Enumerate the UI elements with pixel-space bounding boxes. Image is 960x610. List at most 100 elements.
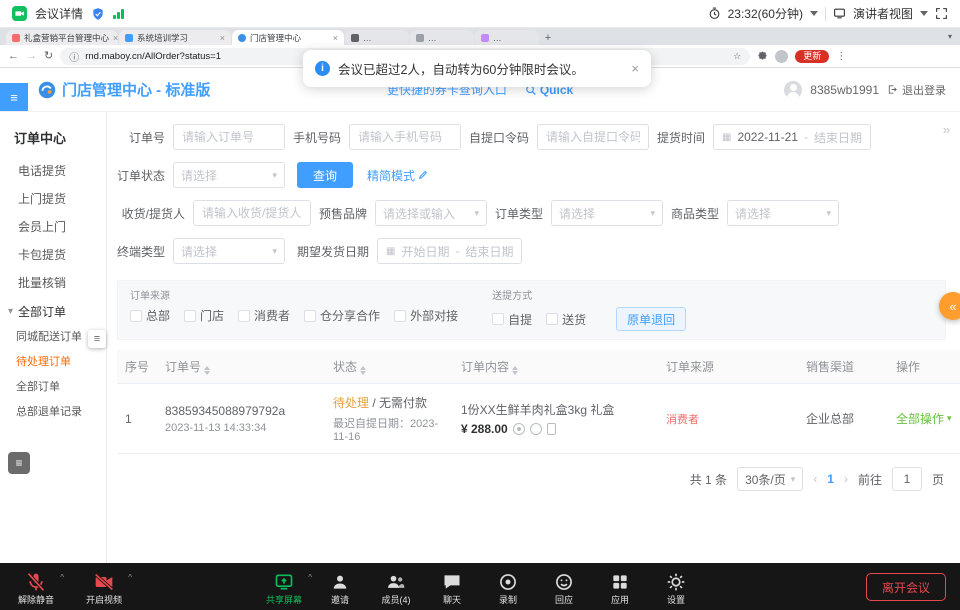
user-avatar[interactable]: [784, 81, 802, 99]
invite-button[interactable]: 邀请: [318, 572, 362, 606]
sidebar-item-card-pickup[interactable]: 卡包提货: [0, 241, 106, 269]
order-status-select[interactable]: 请选择 ▾: [173, 162, 285, 188]
phone-input[interactable]: [349, 124, 461, 150]
browser-tab-6[interactable]: …: [475, 30, 539, 45]
col-content[interactable]: 订单内容: [453, 350, 658, 384]
sort-icon[interactable]: [204, 366, 210, 375]
unmute-button[interactable]: 解除静音 ^: [14, 572, 58, 606]
extensions-icon[interactable]: [757, 51, 768, 62]
members-button[interactable]: 成员(4): [374, 572, 418, 606]
page-size-select[interactable]: 30条/页 ▾: [737, 467, 803, 491]
tab-close-icon[interactable]: ×: [333, 33, 338, 43]
site-info-icon[interactable]: ⓘ: [69, 49, 79, 64]
back-icon[interactable]: ←: [8, 51, 19, 62]
order-type-select[interactable]: 请选择 ▾: [551, 200, 663, 226]
start-video-button[interactable]: 开启视频 ^: [82, 572, 126, 606]
terminal-type-select[interactable]: 请选择 ▾: [173, 238, 285, 264]
apps-grid-icon: [610, 572, 630, 592]
checkbox-external[interactable]: 外部对接: [394, 307, 458, 324]
browser-menu-icon[interactable]: ⋮: [836, 51, 846, 62]
fullscreen-icon[interactable]: [935, 7, 948, 20]
sidebar-subitem-all-orders[interactable]: 全部订单: [0, 375, 106, 400]
collapse-filters-icon[interactable]: »: [943, 122, 950, 137]
goto-page-input[interactable]: [892, 467, 922, 491]
browser-tab-4[interactable]: …: [345, 30, 409, 45]
goods-type-select[interactable]: 请选择 ▾: [727, 200, 839, 226]
sidebar-subitem-pending-orders[interactable]: 待处理订单: [0, 350, 106, 375]
presale-brand-select[interactable]: 请选择或输入 ▾: [375, 200, 487, 226]
react-button[interactable]: 回应: [542, 572, 586, 606]
tab-close-icon[interactable]: ×: [220, 33, 225, 43]
settings-button[interactable]: 设置: [654, 572, 698, 606]
floating-menu-button[interactable]: ≡: [88, 330, 106, 348]
logout-button[interactable]: 退出登录: [887, 82, 946, 98]
checkbox-self-pickup[interactable]: 自提: [492, 311, 532, 328]
apps-button[interactable]: 应用: [598, 572, 642, 606]
tab-close-icon[interactable]: ×: [113, 33, 118, 43]
bookmark-star-icon[interactable]: ☆: [733, 51, 741, 62]
pickup-code-input[interactable]: [537, 124, 649, 150]
prev-page-icon[interactable]: ‹: [813, 472, 817, 486]
browser-tab-1[interactable]: 礼盒营销平台管理中心 ×: [6, 30, 118, 45]
original-return-button[interactable]: 原单退回: [616, 307, 686, 331]
sidebar-item-door-pickup[interactable]: 上门提货: [0, 185, 106, 213]
record-button[interactable]: 录制: [486, 572, 530, 606]
security-shield-icon[interactable]: [91, 7, 105, 21]
order-number[interactable]: 83859345088979792a: [165, 404, 317, 418]
sidebar-subitem-hq-returns[interactable]: 总部退单记录: [0, 400, 106, 425]
sidebar-collapse-button[interactable]: ≡: [0, 83, 28, 111]
reload-icon[interactable]: ↻: [44, 51, 53, 62]
side-drawer-handle[interactable]: «: [939, 292, 960, 320]
checkbox-hq[interactable]: 总部: [130, 307, 170, 324]
network-signal-icon[interactable]: [113, 8, 124, 19]
ship-date-range[interactable]: ▦ 开始日期 - 结束日期: [377, 238, 522, 264]
checkbox-share-coop[interactable]: 仓分享合作: [304, 307, 380, 324]
receiver-input[interactable]: [193, 200, 311, 226]
next-page-icon[interactable]: ›: [844, 472, 848, 486]
sidebar-item-phone-pickup[interactable]: 电话提货: [0, 157, 106, 185]
browser-tab-3-active[interactable]: 门店管理中心 ×: [232, 30, 344, 45]
order-no-input[interactable]: [173, 124, 285, 150]
share-options-caret[interactable]: ^: [308, 573, 312, 582]
sidebar-item-batch-verify[interactable]: 批量核销: [0, 269, 106, 297]
sidebar-group-all-orders[interactable]: ▾ 全部订单: [0, 297, 106, 325]
browser-profile-icon[interactable]: [775, 50, 788, 63]
corner-menu-button[interactable]: ≡: [8, 452, 30, 474]
table-row[interactable]: 1 83859345088979792a 2023-11-13 14:33:34…: [117, 384, 960, 454]
chat-button[interactable]: 聊天: [430, 572, 474, 606]
new-tab-button[interactable]: +: [540, 30, 556, 45]
search-button[interactable]: 查询: [297, 162, 353, 188]
view-mode-label[interactable]: 演讲者视图: [853, 5, 913, 22]
checkbox-delivery[interactable]: 送货: [546, 311, 586, 328]
pickup-time-range[interactable]: ▦ 2022-11-21 - 结束日期: [713, 124, 871, 150]
sidebar-item-member-visit[interactable]: 会员上门: [0, 213, 106, 241]
meeting-title[interactable]: 会议详情: [35, 5, 83, 22]
view-mode-dropdown-icon[interactable]: [920, 11, 928, 16]
video-options-caret[interactable]: ^: [128, 573, 132, 582]
sort-icon[interactable]: [512, 366, 518, 375]
browser-update-button[interactable]: 更新: [795, 50, 829, 63]
app-brand: 门店管理中心 - 标准版: [38, 79, 210, 100]
browser-tabstrip: 礼盒营销平台管理中心 × 系统培训学习 × 门店管理中心 × … … … + ▾: [0, 28, 960, 45]
share-screen-button[interactable]: 共享屏幕 ^: [262, 572, 306, 606]
all-actions-dropdown[interactable]: 全部操作 ▾: [896, 410, 958, 427]
browser-tab-5[interactable]: …: [410, 30, 474, 45]
meeting-topbar: 会议详情 23:32(60分钟) 演讲者视图: [0, 0, 960, 28]
tab-label: …: [428, 33, 437, 43]
forward-icon[interactable]: →: [26, 51, 37, 62]
leave-meeting-button[interactable]: 离开会议: [866, 573, 946, 601]
browser-tab-2[interactable]: 系统培训学习 ×: [119, 30, 231, 45]
checkbox-label: 送货: [562, 311, 586, 328]
col-order-no[interactable]: 订单号: [157, 350, 325, 384]
current-page[interactable]: 1: [827, 472, 834, 486]
close-icon[interactable]: ×: [631, 61, 639, 76]
checkbox-store[interactable]: 门店: [184, 307, 224, 324]
timer-dropdown-icon[interactable]: [810, 11, 818, 16]
sort-icon[interactable]: [360, 366, 366, 375]
mic-options-caret[interactable]: ^: [60, 573, 64, 582]
col-status[interactable]: 状态: [325, 350, 453, 384]
checkbox-consumer[interactable]: 消费者: [238, 307, 290, 324]
col-index: 序号: [117, 350, 157, 384]
simple-mode-link[interactable]: 精简模式: [367, 167, 428, 184]
tab-search-chevron-icon[interactable]: ▾: [948, 32, 952, 41]
